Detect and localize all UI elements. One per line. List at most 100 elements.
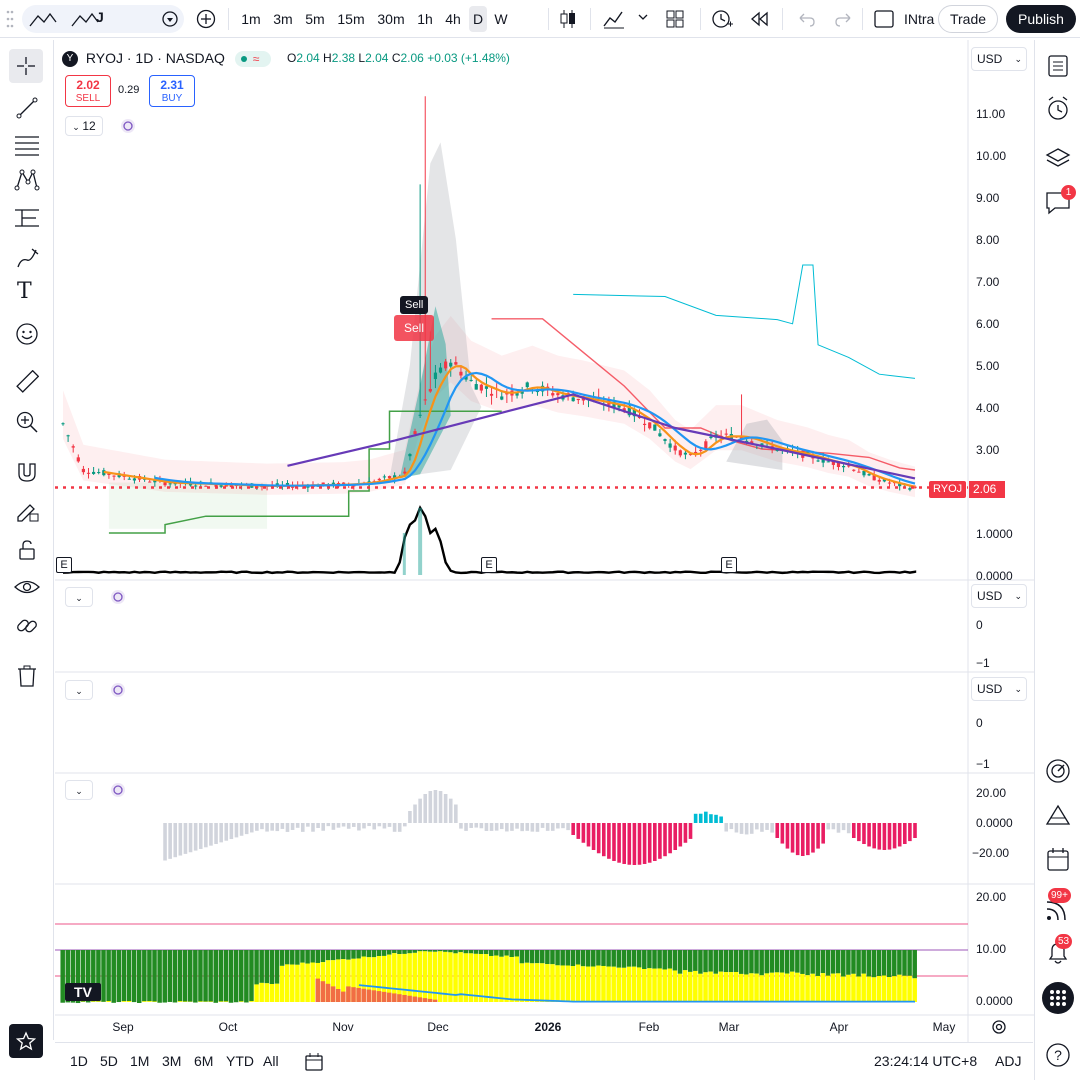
- indicators-collapse-button[interactable]: ⌄ 12: [65, 116, 103, 136]
- pane2-collapse-button[interactable]: ⌄: [65, 587, 93, 607]
- ideas-icon[interactable]: [1045, 804, 1071, 828]
- calendar-icon[interactable]: [1046, 846, 1070, 872]
- candle-body[interactable]: [194, 485, 198, 487]
- layouts-icon[interactable]: [666, 10, 684, 28]
- magnet-icon[interactable]: [15, 460, 39, 484]
- candle-body[interactable]: [678, 450, 682, 456]
- candle-body[interactable]: [673, 445, 677, 451]
- interval-30m[interactable]: 30m: [374, 6, 408, 32]
- candle-body[interactable]: [418, 414, 422, 416]
- candle-body[interactable]: [66, 435, 70, 437]
- adjust-dividends-toggle[interactable]: ADJ: [995, 1053, 1021, 1069]
- candle-body[interactable]: [887, 482, 892, 484]
- layers-icon[interactable]: [1045, 146, 1071, 170]
- candle-body[interactable]: [469, 379, 473, 381]
- interval-4h[interactable]: 4h: [441, 6, 465, 32]
- candle-body[interactable]: [408, 453, 412, 457]
- interval-5m[interactable]: 5m: [302, 6, 328, 32]
- candle-body[interactable]: [61, 423, 65, 425]
- undo-icon[interactable]: [796, 10, 816, 28]
- candle-body[interactable]: [683, 452, 688, 455]
- interval-1h[interactable]: 1h: [413, 6, 437, 32]
- brush-icon[interactable]: [15, 246, 39, 270]
- candle-body[interactable]: [699, 449, 703, 451]
- publish-button[interactable]: Publish: [1006, 5, 1076, 33]
- speedometer-icon[interactable]: [1045, 758, 1071, 784]
- candle-body[interactable]: [648, 422, 652, 429]
- pane4-collapse-button[interactable]: ⌄: [65, 780, 93, 800]
- interval-3m[interactable]: 3m: [270, 6, 296, 32]
- candle-body[interactable]: [826, 461, 830, 463]
- zoom-in-icon[interactable]: [15, 410, 39, 434]
- symbol-search[interactable]: J: [22, 5, 184, 33]
- candle-body[interactable]: [428, 388, 432, 392]
- candle-body[interactable]: [438, 367, 443, 373]
- candle-body[interactable]: [423, 399, 427, 401]
- help-icon[interactable]: ?: [1045, 1042, 1071, 1068]
- link-icon[interactable]: [15, 614, 39, 638]
- redo-icon[interactable]: [834, 10, 854, 28]
- candle-body[interactable]: [500, 396, 504, 400]
- candle-body[interactable]: [663, 439, 667, 441]
- candle-body[interactable]: [112, 475, 116, 477]
- sync-icon[interactable]: [110, 782, 126, 798]
- sync-icon[interactable]: [120, 118, 136, 134]
- indicators-icon[interactable]: [602, 8, 626, 30]
- symbol-title[interactable]: RYOJ · 1D · NASDAQ: [86, 50, 225, 66]
- fib-retracement-icon[interactable]: [14, 134, 40, 156]
- earnings-marker[interactable]: E: [56, 557, 72, 573]
- buy-button[interactable]: 2.31 BUY: [149, 75, 195, 107]
- replay-icon[interactable]: [750, 10, 770, 28]
- range-5d[interactable]: 5D: [100, 1053, 118, 1069]
- candle-body[interactable]: [877, 479, 881, 482]
- lock-drawings-icon[interactable]: [15, 498, 39, 522]
- candle-body[interactable]: [556, 393, 560, 396]
- pattern-icon[interactable]: [14, 168, 40, 192]
- add-symbol-icon[interactable]: [196, 9, 216, 29]
- candle-body[interactable]: [387, 476, 392, 479]
- candle-body[interactable]: [433, 372, 438, 380]
- watchlist-icon[interactable]: [1047, 54, 1069, 78]
- candle-body[interactable]: [204, 485, 208, 487]
- interval-w[interactable]: W: [491, 6, 511, 32]
- candle-body[interactable]: [148, 481, 152, 483]
- pane2-currency-selector[interactable]: USD ⌄: [971, 584, 1027, 608]
- candle-body[interactable]: [816, 460, 820, 462]
- candle-body[interactable]: [449, 362, 453, 367]
- candle-body[interactable]: [86, 472, 91, 474]
- candle-body[interactable]: [571, 397, 575, 402]
- candle-body[interactable]: [163, 482, 167, 486]
- candle-body[interactable]: [413, 431, 417, 435]
- candle-body[interactable]: [168, 483, 172, 485]
- candle-body[interactable]: [377, 478, 381, 481]
- candle-body[interactable]: [724, 433, 728, 435]
- lock-icon[interactable]: [15, 538, 39, 562]
- candle-body[interactable]: [551, 393, 555, 396]
- eye-icon[interactable]: [14, 576, 40, 598]
- candle-body[interactable]: [127, 478, 131, 480]
- candle-body[interactable]: [643, 423, 647, 425]
- fullscreen-icon[interactable]: [874, 10, 894, 28]
- interval-1m[interactable]: 1m: [238, 6, 264, 32]
- candle-body[interactable]: [867, 474, 871, 476]
- chart-canvas[interactable]: [55, 40, 1034, 1042]
- candle-body[interactable]: [862, 470, 866, 476]
- candles-type-icon[interactable]: [558, 8, 578, 30]
- candle-body[interactable]: [668, 443, 672, 448]
- chevron-down-icon[interactable]: [638, 14, 648, 22]
- candle-body[interactable]: [658, 433, 662, 437]
- candle-body[interactable]: [852, 469, 856, 471]
- candle-body[interactable]: [653, 424, 657, 431]
- drag-handle-icon[interactable]: [6, 10, 14, 28]
- candle-body[interactable]: [76, 457, 80, 462]
- emoji-icon[interactable]: [15, 322, 39, 346]
- settings-gear-icon[interactable]: [991, 1019, 1007, 1035]
- interval-15m[interactable]: 15m: [334, 6, 368, 32]
- trash-icon[interactable]: [15, 664, 39, 688]
- pane3-currency-selector[interactable]: USD ⌄: [971, 677, 1027, 701]
- candle-body[interactable]: [479, 384, 483, 391]
- candle-body[interactable]: [704, 441, 708, 449]
- candle-body[interactable]: [841, 466, 846, 468]
- alert-clock-icon[interactable]: [710, 8, 734, 30]
- earnings-marker[interactable]: E: [481, 557, 497, 573]
